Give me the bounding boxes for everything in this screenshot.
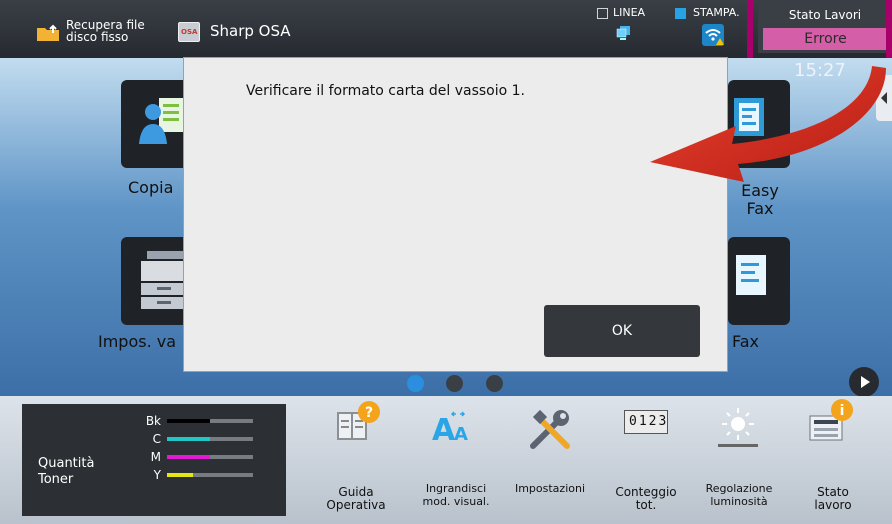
recupera-file-button[interactable]: Recupera file disco fisso [66, 19, 166, 43]
svg-text:i: i [840, 403, 845, 419]
svg-text:?: ? [365, 405, 373, 421]
toner-fill-m [167, 455, 210, 459]
toner-label-bk: Bk [145, 414, 161, 428]
linea-indicator [597, 8, 608, 19]
svg-text:A: A [454, 424, 468, 445]
regolazione-label[interactable]: Regolazione luminosità [696, 482, 782, 508]
next-page-button[interactable] [849, 367, 879, 397]
copy-icon [139, 98, 185, 144]
toner-row-bk: Bk [117, 414, 277, 428]
svg-text:A: A [432, 413, 456, 448]
settings-tools-icon[interactable] [527, 406, 573, 452]
stampa-indicator [675, 8, 686, 19]
tile-copia-label[interactable]: Copia [128, 178, 173, 197]
dialog-message: Verificare il formato carta del vassoio … [246, 83, 525, 99]
top-bar: Recupera file disco fisso OSA Sharp OSA … [0, 0, 892, 66]
toner-label-m: M [150, 450, 161, 464]
conteggio-label[interactable]: Conteggio tot. [606, 486, 686, 512]
fax-icon [736, 255, 766, 295]
tile-impos-vassoio[interactable] [121, 237, 191, 325]
toner-label-c: C [152, 432, 161, 446]
counter-icon[interactable]: 0123 [624, 410, 668, 434]
toner-fill-c [167, 437, 210, 441]
bottom-bar: Quantità Toner Bk C M Y ? Guida Operativ… [0, 396, 892, 524]
ingrandisci-label[interactable]: Ingrandisci mod. visual. [414, 482, 498, 508]
network-icon [616, 26, 630, 40]
toner-fill-bk [167, 419, 210, 423]
toner-track-bk [167, 419, 253, 423]
wifi-icon [702, 24, 724, 46]
guida-operativa-label[interactable]: Guida Operativa [324, 486, 388, 512]
toner-track-c [167, 437, 253, 441]
toner-label-y: Y [153, 468, 161, 482]
toner-row-y: Y [117, 468, 277, 482]
red-arrow-annotation [650, 66, 886, 182]
tile-easy-fax-label[interactable]: Easy Fax [730, 182, 790, 218]
toner-row-m: M [117, 450, 277, 464]
page-dot-2[interactable] [446, 375, 463, 392]
brightness-icon[interactable] [714, 402, 762, 450]
guide-icon[interactable]: ? [333, 400, 381, 444]
impostazioni-label[interactable]: Impostazioni [508, 482, 592, 495]
toner-track-y [167, 473, 253, 477]
tile-impos-label[interactable]: Impos. va [98, 332, 176, 351]
highlight-frame [747, 0, 892, 66]
tile-fax-label[interactable]: Fax [732, 332, 759, 351]
toner-track-m [167, 455, 253, 459]
tile-copia[interactable] [121, 80, 191, 168]
tile-fax[interactable] [728, 237, 790, 325]
page-dot-1[interactable] [407, 375, 424, 392]
linea-label: LINEA [613, 6, 646, 19]
zoom-display-icon[interactable]: A A [432, 408, 480, 448]
ok-button[interactable]: OK [544, 305, 700, 357]
page-dot-3[interactable] [486, 375, 503, 392]
tray-settings-icon [141, 251, 187, 309]
toner-title: Quantità Toner [38, 456, 95, 487]
toner-row-c: C [117, 432, 277, 446]
counter-digits: 0123 [629, 414, 669, 429]
toner-panel[interactable]: Quantità Toner Bk C M Y [22, 404, 286, 516]
sharp-osa-button[interactable]: Sharp OSA [210, 22, 291, 40]
sharp-osa-icon[interactable]: OSA [178, 22, 200, 42]
folder-upload-icon[interactable] [36, 24, 60, 42]
job-status-icon[interactable]: i [808, 398, 856, 446]
stampa-label: STAMPA. [693, 6, 740, 19]
play-right-icon [861, 376, 870, 388]
toner-fill-y [167, 473, 193, 477]
stato-lavoro-label[interactable]: Stato lavoro [800, 486, 866, 512]
